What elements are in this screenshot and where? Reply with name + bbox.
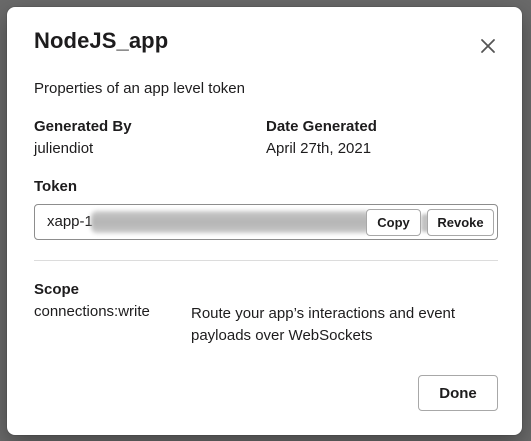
date-generated-value: April 27th, 2021 <box>266 140 372 157</box>
generated-by-label: Generated By <box>34 118 132 135</box>
token-field[interactable]: xapp-1 Copy Revoke <box>34 204 498 240</box>
scope-description: Route your app’s interactions and event … <box>191 305 456 344</box>
scope-name: connections:write <box>34 303 150 320</box>
done-button[interactable]: Done <box>418 375 498 411</box>
token-redacted <box>91 211 371 233</box>
scope-label: Scope <box>34 281 80 298</box>
token-prefix: xapp-1 <box>47 213 93 230</box>
divider <box>34 260 498 261</box>
generated-by-value: juliendiot <box>34 140 94 157</box>
close-icon <box>481 39 495 53</box>
token-properties-dialog: NodeJS_app Properties of an app level to… <box>7 7 522 435</box>
copy-token-button[interactable]: Copy <box>366 209 421 236</box>
dialog-subtitle: Properties of an app level token <box>34 80 245 97</box>
token-label: Token <box>34 178 78 195</box>
date-generated-label: Date Generated <box>266 118 377 135</box>
dialog-title: NodeJS_app <box>34 28 169 53</box>
revoke-token-button[interactable]: Revoke <box>427 209 494 236</box>
close-button[interactable] <box>476 34 500 58</box>
